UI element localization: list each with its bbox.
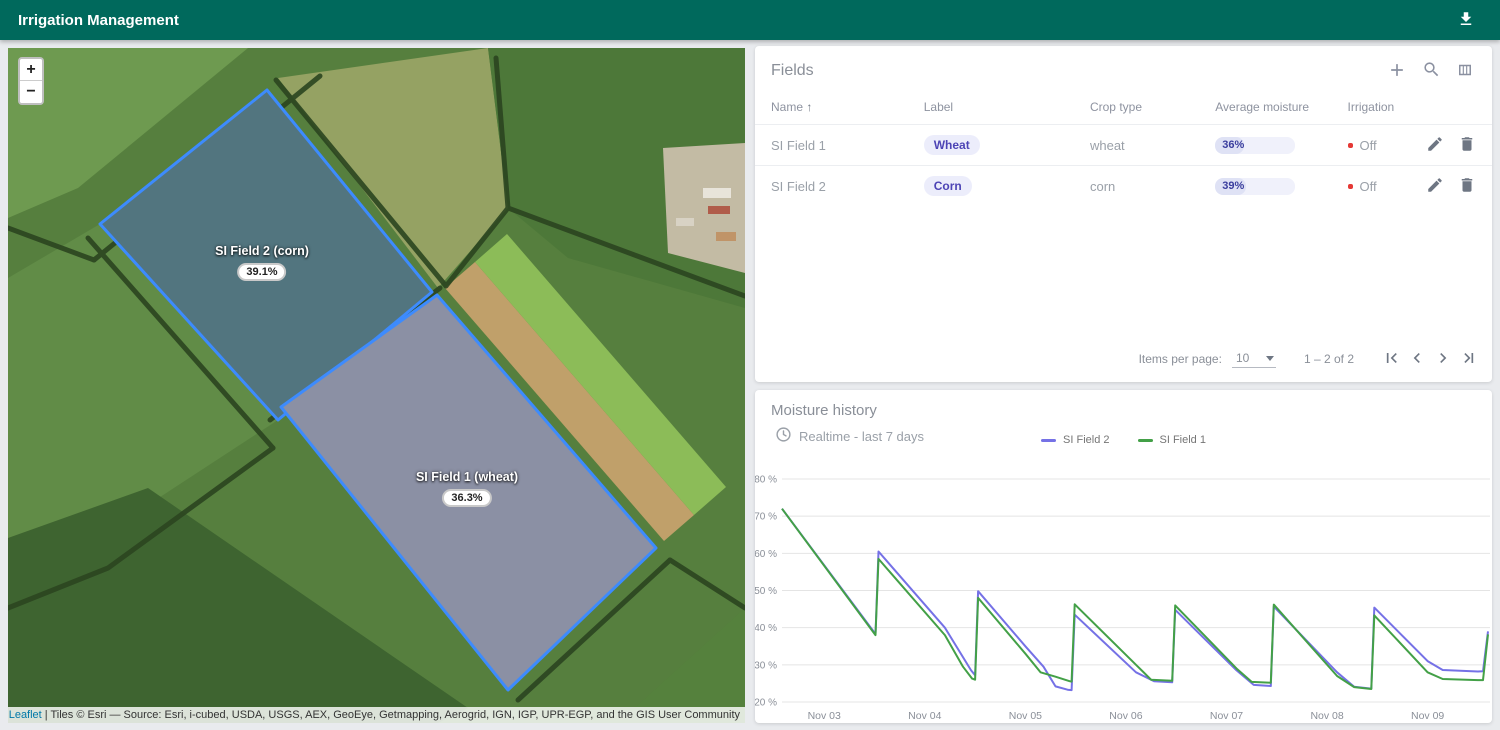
svg-text:70 %: 70 % (755, 512, 777, 523)
column-header-crop-type[interactable]: Crop type (1090, 92, 1215, 125)
svg-text:80 %: 80 % (755, 475, 777, 486)
svg-text:Nov 03: Nov 03 (808, 710, 841, 722)
column-header-average-moisture[interactable]: Average moisture (1215, 92, 1347, 125)
last-page-button[interactable] (1458, 348, 1480, 370)
svg-text:50 %: 50 % (755, 586, 777, 597)
table-row-si-field-1[interactable]: SI Field 1 Wheat wheat 36% Off (755, 125, 1492, 166)
leaflet-link[interactable]: Leaflet (9, 709, 42, 721)
cell-crop-type: corn (1090, 166, 1215, 207)
column-header-irrigation[interactable]: Irrigation (1348, 92, 1424, 125)
svg-text:40 %: 40 % (755, 623, 777, 634)
satellite-imagery (8, 48, 745, 723)
series-line-si-field-1 (782, 509, 1488, 689)
chevron-left-icon (1407, 348, 1427, 371)
irrigation-status: Off (1360, 138, 1377, 153)
edit-field-button[interactable] (1424, 134, 1446, 156)
moisture-chart: 20 % 30 % 40 % 50 % 60 % 70 % 80 % Nov 03 Nov 04… (755, 465, 1492, 723)
download-icon (1457, 10, 1475, 31)
app-title: Irrigation Management (18, 12, 179, 29)
download-button[interactable] (1452, 6, 1480, 34)
zoom-out-button[interactable]: − (20, 81, 42, 103)
first-page-button[interactable] (1380, 348, 1402, 370)
add-field-button[interactable] (1386, 60, 1408, 82)
columns-button[interactable] (1454, 60, 1476, 82)
search-icon (1422, 60, 1441, 82)
pagination-range: 1 – 2 of 2 (1304, 352, 1354, 366)
column-header-label[interactable]: Label (924, 92, 1090, 125)
moisture-history-panel: Moisture history Realtime - last 7 days … (755, 390, 1492, 723)
trash-icon (1458, 176, 1476, 197)
legend-label: SI Field 1 (1160, 434, 1206, 446)
map-attribution: Leaflet | Tiles © Esri — Source: Esri, i… (8, 707, 745, 723)
columns-icon (1456, 61, 1474, 82)
map-zoom-control: + − (18, 57, 44, 105)
attribution-text: | Tiles © Esri — Source: Esri, i-cubed, … (45, 709, 740, 721)
fields-panel-title: Fields (771, 62, 814, 80)
cell-crop-type: wheat (1090, 125, 1215, 166)
label-pill: Corn (924, 176, 972, 196)
column-header-name[interactable]: Name ↑ (755, 92, 924, 125)
svg-text:Nov 04: Nov 04 (908, 710, 941, 722)
svg-text:60 %: 60 % (755, 549, 777, 560)
search-button[interactable] (1420, 60, 1442, 82)
last-page-icon (1459, 348, 1479, 371)
map[interactable]: + − SI Field 2 (corn) 39.1% SI Field 1 (… (8, 48, 745, 723)
svg-text:30 %: 30 % (755, 660, 777, 671)
pencil-icon (1426, 176, 1444, 197)
table-row-si-field-2[interactable]: SI Field 2 Corn corn 39% Off (755, 166, 1492, 207)
moisture-value: 36% (1222, 137, 1244, 154)
svg-text:Nov 07: Nov 07 (1210, 710, 1243, 722)
zoom-in-button[interactable]: + (20, 59, 42, 81)
legend-item[interactable]: SI Field 1 (1138, 434, 1206, 446)
items-per-page-label: Items per page: (1139, 352, 1222, 366)
delete-field-button[interactable] (1456, 175, 1478, 197)
svg-text:20 %: 20 % (755, 698, 777, 709)
legend-swatch (1138, 439, 1153, 442)
field-2-moisture-badge[interactable]: 39.1% (237, 263, 286, 281)
svg-text:Nov 05: Nov 05 (1009, 710, 1042, 722)
first-page-icon (1381, 348, 1401, 371)
svg-text:Nov 06: Nov 06 (1109, 710, 1142, 722)
chart-legend: SI Field 2 SI Field 1 (755, 434, 1492, 446)
pagination-bar: Items per page: 10 1 – 2 of 2 (755, 338, 1492, 382)
next-page-button[interactable] (1432, 348, 1454, 370)
moisture-bar: 39% (1215, 178, 1295, 195)
app-header: Irrigation Management (0, 0, 1500, 40)
pencil-icon (1426, 135, 1444, 156)
chevron-down-icon (1266, 356, 1274, 361)
trash-icon (1458, 135, 1476, 156)
cell-name: SI Field 2 (755, 166, 924, 207)
legend-label: SI Field 2 (1063, 434, 1109, 446)
sort-ascending-icon: ↑ (806, 100, 812, 114)
plus-icon (1387, 60, 1407, 83)
previous-page-button[interactable] (1406, 348, 1428, 370)
field-1-moisture-badge[interactable]: 36.3% (442, 489, 491, 507)
chevron-right-icon (1433, 348, 1453, 371)
moisture-bar: 36% (1215, 137, 1295, 154)
label-pill: Wheat (924, 135, 980, 155)
items-per-page-select[interactable]: 10 (1232, 350, 1276, 368)
svg-text:Nov 09: Nov 09 (1411, 710, 1444, 722)
legend-item[interactable]: SI Field 2 (1041, 434, 1109, 446)
edit-field-button[interactable] (1424, 175, 1446, 197)
cell-name: SI Field 1 (755, 125, 924, 166)
irrigation-status: Off (1360, 179, 1377, 194)
delete-field-button[interactable] (1456, 134, 1478, 156)
fields-panel: Fields Name ↑ Label Crop type Average mo (755, 46, 1492, 382)
legend-swatch (1041, 439, 1056, 442)
moisture-value: 39% (1222, 178, 1244, 195)
fields-table: Name ↑ Label Crop type Average moisture … (755, 92, 1492, 207)
svg-text:Nov 08: Nov 08 (1310, 710, 1343, 722)
irrigation-status-dot (1348, 184, 1353, 189)
moisture-history-title: Moisture history (771, 402, 1476, 419)
irrigation-status-dot (1348, 143, 1353, 148)
